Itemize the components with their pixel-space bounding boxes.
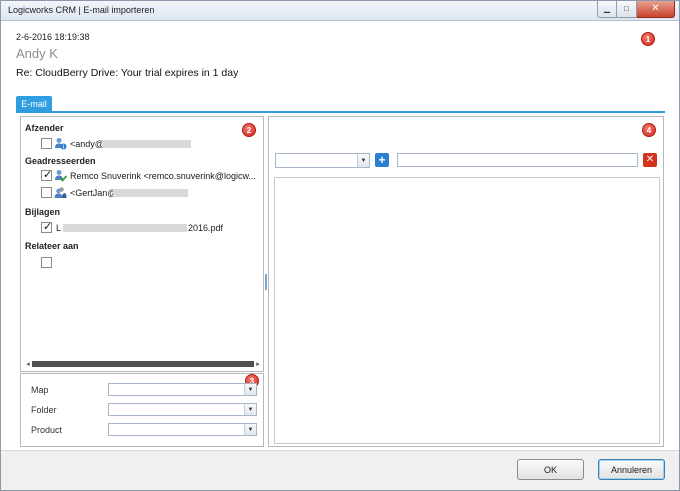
attachment-checkbox[interactable] (41, 220, 52, 233)
maximize-icon: □ (624, 4, 629, 13)
relateer-checkbox[interactable] (41, 257, 52, 268)
redacted-text (63, 224, 187, 232)
delete-relation-button[interactable]: ✕ (643, 153, 657, 167)
close-button[interactable]: ✕ (637, 1, 675, 18)
contact-group-icon (54, 187, 67, 198)
contact-check-icon (55, 170, 67, 182)
chevron-down-icon: ▼ (247, 426, 254, 433)
scroll-right-icon[interactable]: ▸ (254, 359, 262, 369)
redacted-text (102, 140, 191, 148)
maximize-button[interactable]: □ (617, 1, 637, 18)
panel-splitter[interactable] (265, 274, 267, 290)
afzender-email: <andy@ (70, 139, 104, 149)
chevron-down-icon: ▼ (247, 406, 254, 413)
scroll-left-icon[interactable]: ◂ (24, 359, 32, 369)
relation-type-dropdown-button[interactable]: ▼ (357, 154, 369, 167)
recipient-checkbox-1[interactable] (41, 168, 52, 181)
folder-dropdown-button[interactable]: ▼ (244, 404, 256, 415)
title-bar[interactable]: Logicworks CRM | E-mail importeren ▁ □ ✕ (1, 1, 679, 21)
attachment-name-start: L (56, 223, 62, 233)
chevron-down-icon: ▼ (360, 157, 367, 164)
tab-underline (16, 111, 665, 113)
afzender-checkbox[interactable] (41, 138, 52, 149)
section-afzender: Afzender (25, 123, 64, 133)
folder-combobox[interactable]: ▼ (108, 403, 257, 416)
recipient-2-text: <GertJan@ (70, 188, 117, 198)
delete-icon: ✕ (645, 154, 655, 165)
section-bijlagen: Bijlagen (25, 207, 61, 217)
email-timestamp: 2-6-2016 18:19:38 (16, 32, 90, 42)
relations-list[interactable] (274, 177, 660, 444)
recipient-checkbox-2[interactable] (41, 187, 52, 198)
attachment-name-end: 2016.pdf (188, 223, 224, 233)
map-label: Map (31, 385, 49, 395)
minimize-icon: ▁ (603, 4, 611, 13)
email-import-window: Logicworks CRM | E-mail importeren ▁ □ ✕… (0, 0, 680, 491)
minimize-button[interactable]: ▁ (597, 1, 617, 18)
folder-label: Folder (31, 405, 57, 415)
product-combobox[interactable]: ▼ (108, 423, 257, 436)
dialog-footer: OK Annuleren (1, 450, 679, 490)
chevron-down-icon: ▼ (247, 386, 254, 393)
badge-4: 4 (642, 123, 656, 137)
tab-email[interactable]: E-mail (16, 96, 52, 112)
recipient-1-text: Remco Snuverink <remco.snuverink@logicw.… (70, 171, 256, 181)
horizontal-scrollbar[interactable]: ◂ ▸ (24, 359, 262, 369)
plus-icon: + (378, 153, 386, 167)
section-relateer: Relateer aan (25, 241, 79, 251)
relation-type-combobox[interactable]: ▼ (275, 153, 370, 168)
redacted-text (113, 189, 188, 197)
relation-search-input[interactable] (397, 153, 638, 167)
window-title: Logicworks CRM | E-mail importeren (8, 5, 155, 15)
add-relation-button[interactable]: + (375, 153, 389, 167)
map-combobox[interactable]: ▼ (108, 383, 257, 396)
scrollbar-thumb[interactable] (32, 361, 254, 367)
ok-button[interactable]: OK (517, 459, 584, 480)
badge-2: 2 (242, 123, 256, 137)
cancel-button[interactable]: Annuleren (598, 459, 665, 480)
product-dropdown-button[interactable]: ▼ (244, 424, 256, 435)
contact-info-icon: i (55, 138, 67, 150)
product-label: Product (31, 425, 63, 435)
badge-1: 1 (641, 32, 655, 46)
window-controls: ▁ □ ✕ (597, 1, 675, 19)
close-icon: ✕ (651, 3, 660, 14)
section-geadresseerden: Geadresseerden (25, 156, 96, 166)
sender-name: Andy K (16, 46, 58, 61)
email-subject: Re: CloudBerry Drive: Your trial expires… (16, 67, 239, 79)
map-dropdown-button[interactable]: ▼ (244, 384, 256, 395)
